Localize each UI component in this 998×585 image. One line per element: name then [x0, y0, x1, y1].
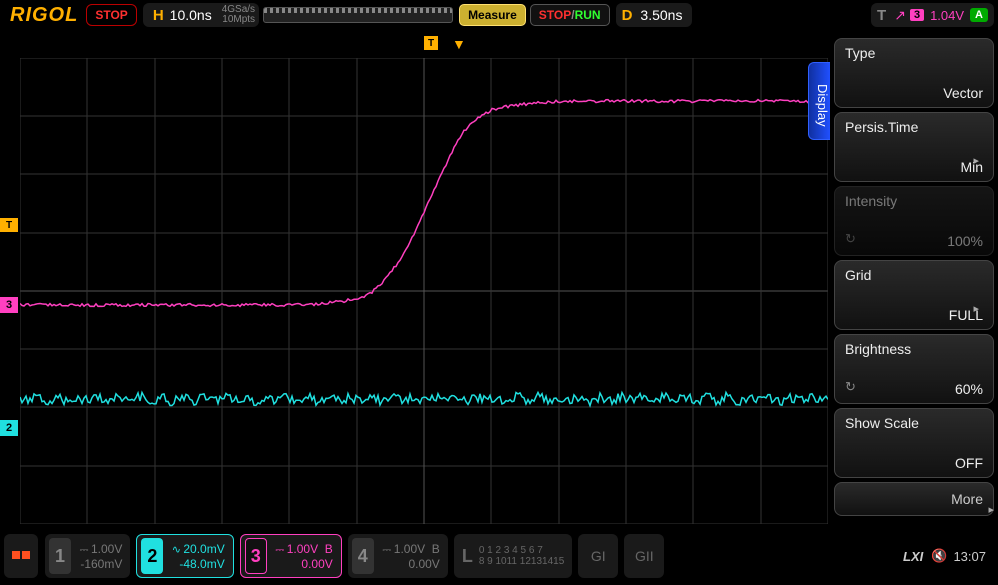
- waveform-overview[interactable]: [263, 7, 453, 23]
- menu-brightness-label: Brightness: [845, 341, 983, 357]
- ch4-info: ⎓1.00V B 0.00V: [380, 542, 440, 571]
- chevron-right-icon: ▸: [973, 154, 979, 167]
- menu-showscale[interactable]: Show Scale OFF: [834, 408, 994, 478]
- lxi-indicator: LXI: [903, 549, 923, 564]
- horizontal-block[interactable]: H 10.0ns 4GSa/s 10Mpts: [143, 3, 259, 27]
- bottom-bar: 1 ⎓1.00V -160mV 2 ∿20.0mV -48.0mV 3 ⎓1.0…: [0, 527, 998, 585]
- trigger-level: 1.04V: [930, 8, 964, 23]
- side-menu: Display Type Vector Persis.Time Min▸ Int…: [830, 34, 998, 524]
- channel-1-box[interactable]: 1 ⎓1.00V -160mV: [45, 534, 130, 578]
- menu-persist[interactable]: Persis.Time Min▸: [834, 112, 994, 182]
- menu-tab-display[interactable]: Display: [808, 62, 830, 140]
- menu-intensity: Intensity ↻ 100%: [834, 186, 994, 256]
- trigger-source: 3: [910, 9, 924, 21]
- channel-4-box[interactable]: 4 ⎓1.00V B 0.00V: [348, 534, 448, 578]
- chevron-right-icon: ▸: [973, 302, 979, 315]
- trigger-level-marker[interactable]: T: [0, 218, 18, 232]
- g2-box[interactable]: GII: [624, 534, 664, 578]
- top-bar: RIGOL STOP H 10.0ns 4GSa/s 10Mpts Measur…: [0, 0, 998, 30]
- ch2-ground-marker[interactable]: 2: [0, 420, 18, 436]
- trigger-letter: T: [877, 7, 886, 24]
- chevron-right-icon: ▸: [988, 503, 994, 516]
- timebase-value: 10.0ns: [170, 7, 212, 23]
- ch1-info: ⎓1.00V -160mV: [77, 542, 122, 571]
- menu-intensity-label: Intensity: [845, 193, 983, 209]
- speaker-icon: 🔇: [931, 548, 947, 564]
- menu-brightness[interactable]: Brightness ↻ 60%: [834, 334, 994, 404]
- menu-type-value: Vector: [943, 85, 983, 101]
- menu-showscale-label: Show Scale: [845, 415, 983, 431]
- status-area: LXI 🔇 13:07: [903, 548, 994, 564]
- mem-depth: 10Mpts: [222, 15, 255, 25]
- knob-icon: ↻: [845, 231, 856, 247]
- ch2-number: 2: [141, 538, 163, 574]
- ch1-number: 1: [49, 538, 71, 574]
- menu-grid-label: Grid: [845, 267, 983, 283]
- delay-value: 3.50ns: [640, 7, 682, 23]
- trigger-mode: A: [970, 8, 988, 22]
- ch3-ground-marker[interactable]: 3: [0, 297, 18, 313]
- g1-box[interactable]: GI: [578, 534, 618, 578]
- stop-label: STOP: [539, 8, 571, 22]
- knob-icon: ↻: [845, 379, 856, 395]
- menu-type-label: Type: [845, 45, 983, 61]
- run-label: RUN: [575, 8, 601, 22]
- layout-button[interactable]: [4, 534, 38, 578]
- menu-persist-label: Persis.Time: [845, 119, 983, 135]
- measure-button[interactable]: Measure: [459, 4, 526, 26]
- ch4-number: 4: [352, 538, 374, 574]
- brand-logo: RIGOL: [4, 4, 84, 27]
- menu-brightness-value: 60%: [955, 381, 983, 397]
- menu-grid-value: FULL▸: [949, 307, 983, 323]
- stop-run-button[interactable]: STOP/RUN: [530, 4, 610, 26]
- logic-letter: L: [462, 546, 473, 567]
- trigger-position-marker: T: [424, 36, 438, 50]
- trigger-block[interactable]: T ↗ 3 1.04V A: [871, 3, 994, 27]
- plot-area[interactable]: T 3 2: [20, 58, 828, 524]
- menu-type[interactable]: Type Vector: [834, 38, 994, 108]
- trigger-edge-icon: ↗: [894, 7, 906, 24]
- clock-time: 13:07: [953, 549, 986, 564]
- delay-letter: D: [622, 7, 633, 24]
- waveform-area: T ▼ T 3 2: [20, 34, 828, 524]
- menu-intensity-value: 100%: [947, 233, 983, 249]
- waveform-traces: [20, 58, 828, 524]
- sample-info: 4GSa/s 10Mpts: [222, 5, 255, 25]
- ch3-number: 3: [245, 538, 267, 574]
- logic-box[interactable]: L 0 1 2 3 4 5 6 7 8 9 1011 12131415: [454, 534, 572, 578]
- channel-3-box[interactable]: 3 ⎓1.00V B 0.00V: [240, 534, 342, 578]
- run-state-indicator: STOP: [86, 4, 136, 26]
- menu-persist-value: Min▸: [960, 159, 983, 175]
- menu-showscale-value: OFF: [955, 455, 983, 471]
- menu-grid[interactable]: Grid FULL▸: [834, 260, 994, 330]
- menu-more[interactable]: More▸: [834, 482, 994, 516]
- delay-block[interactable]: D 3.50ns: [616, 3, 693, 27]
- ch3-info: ⎓1.00V B 0.00V: [273, 542, 333, 571]
- delay-position-marker: ▼: [452, 36, 466, 52]
- horizontal-letter: H: [153, 7, 164, 24]
- logic-line2: 8 9 1011 12131415: [479, 556, 564, 567]
- channel-2-box[interactable]: 2 ∿20.0mV -48.0mV: [136, 534, 233, 578]
- ch2-info: ∿20.0mV -48.0mV: [169, 542, 224, 571]
- logic-line1: 0 1 2 3 4 5 6 7: [479, 545, 564, 556]
